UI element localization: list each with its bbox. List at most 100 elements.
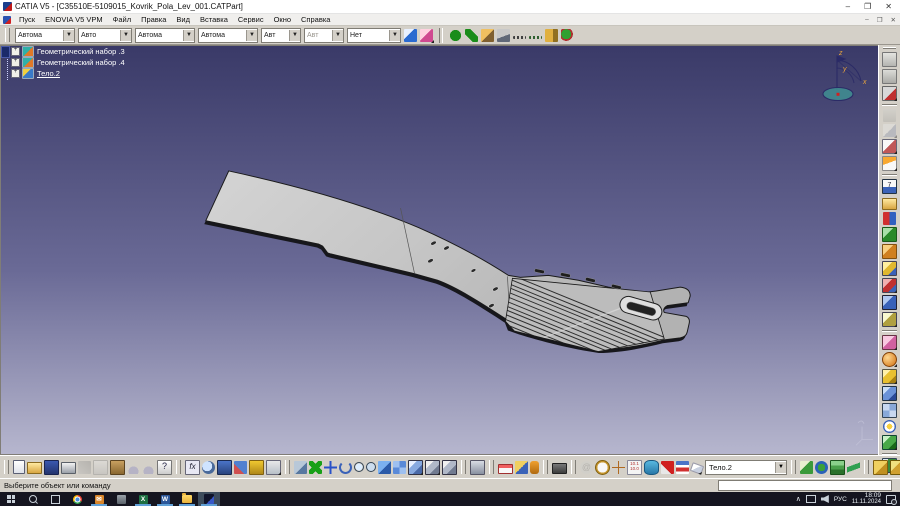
menu-file[interactable]: Файл: [108, 15, 136, 24]
axis-system-icon[interactable]: [612, 461, 625, 474]
toolbar-grip[interactable]: [791, 460, 796, 474]
network-icon[interactable]: [806, 495, 816, 503]
doc-minimize-button[interactable]: –: [865, 16, 869, 24]
zoom-out-icon[interactable]: [366, 462, 376, 472]
plm-folder-icon[interactable]: [882, 198, 897, 210]
layer-dropdown[interactable]: Нет▼: [347, 28, 401, 43]
menu-view[interactable]: Вид: [171, 15, 195, 24]
pad-icon[interactable]: [882, 261, 897, 276]
new-icon[interactable]: [13, 460, 25, 474]
part-3d-model[interactable]: [1, 46, 878, 454]
grid-box-icon[interactable]: [882, 403, 897, 418]
chevron-down-icon[interactable]: ▼: [63, 30, 74, 41]
dashed-arrow-icon[interactable]: [529, 36, 542, 39]
move-cross-icon[interactable]: [449, 29, 462, 42]
tree-item-label[interactable]: Геометрический набор .3: [37, 47, 125, 56]
opacity-dropdown[interactable]: Авто▼: [78, 28, 132, 43]
extrude-icon[interactable]: [882, 369, 897, 384]
toolbar-grip[interactable]: [461, 460, 466, 474]
mean-dimensions-icon[interactable]: 10.1 10.0: [627, 460, 642, 475]
restore-button[interactable]: ❐: [864, 2, 871, 12]
toolbar-grip[interactable]: [571, 460, 576, 474]
chevron-down-icon[interactable]: ▼: [120, 30, 131, 41]
taskbar-chrome[interactable]: [66, 492, 88, 506]
green-cube-icon[interactable]: [882, 435, 897, 450]
zoom-in-icon[interactable]: [354, 462, 364, 472]
fit-all-icon[interactable]: [309, 461, 322, 474]
cube-blue-icon[interactable]: [882, 386, 897, 401]
toolbar-grip[interactable]: [489, 460, 494, 474]
paste-special-icon[interactable]: [882, 69, 897, 84]
plm-calendar-icon[interactable]: 7: [882, 179, 897, 194]
world-icon[interactable]: [815, 461, 828, 474]
tree-item-label[interactable]: Тело.2: [37, 69, 60, 78]
taskbar-excel[interactable]: X: [132, 492, 154, 506]
whats-this-icon[interactable]: ?: [157, 460, 172, 475]
chevron-down-icon[interactable]: ▼: [389, 30, 400, 41]
expander-icon[interactable]: +: [11, 69, 20, 78]
menu-help[interactable]: Справка: [296, 15, 335, 24]
iso-view-icon[interactable]: [408, 460, 423, 475]
doc-restore-button[interactable]: ❐: [877, 16, 883, 24]
taskbar-word[interactable]: W: [154, 492, 176, 506]
chevron-down-icon[interactable]: ▼: [775, 462, 786, 473]
power-input-field[interactable]: [718, 480, 892, 491]
open-icon[interactable]: [27, 462, 42, 474]
minimize-button[interactable]: –: [846, 2, 850, 12]
catalog-icon[interactable]: [882, 86, 897, 101]
toolbar-grip[interactable]: [5, 28, 10, 42]
color-dropdown[interactable]: Автома▼: [15, 28, 75, 43]
3d-viewport[interactable]: + Геометрический набор .3 + Геометрическ…: [0, 45, 878, 455]
pan-icon[interactable]: [324, 461, 337, 474]
layer-filter-icon[interactable]: [830, 460, 845, 475]
normal-view-icon[interactable]: [378, 461, 391, 474]
lock-icon[interactable]: [249, 460, 264, 475]
expander-icon[interactable]: +: [11, 47, 20, 56]
chevron-down-icon[interactable]: ▼: [246, 30, 257, 41]
tree-item-geometrical-set-3[interactable]: + Геометрический набор .3: [11, 46, 125, 57]
plm-people-icon[interactable]: [883, 212, 896, 225]
point-dropdown[interactable]: Авт▼: [261, 28, 301, 43]
action-center-icon[interactable]: [886, 495, 896, 504]
task-view-button[interactable]: [44, 492, 66, 506]
powercopy-icon[interactable]: [890, 460, 900, 475]
tree-item-label[interactable]: Геометрический набор .4: [37, 58, 125, 67]
expander-icon[interactable]: +: [11, 58, 20, 67]
snap-off-icon[interactable]: [481, 29, 494, 42]
start-button[interactable]: [0, 492, 22, 506]
thickness-dropdown[interactable]: Автома▼: [198, 28, 258, 43]
toolbar-grip[interactable]: [4, 460, 9, 474]
clock[interactable]: 18:09 11.11.2024: [852, 493, 881, 506]
doc-close-button[interactable]: ✕: [891, 16, 896, 24]
rotate-icon[interactable]: [339, 461, 352, 474]
plm-orange-box-icon[interactable]: [882, 244, 897, 259]
select-arrow-icon[interactable]: [882, 156, 897, 171]
linetype-dropdown[interactable]: Автома▼: [135, 28, 195, 43]
sphere-icon[interactable]: [882, 352, 897, 367]
shaft-icon[interactable]: [882, 295, 897, 310]
clash-icon[interactable]: [661, 461, 674, 474]
chevron-down-icon[interactable]: ▼: [289, 30, 300, 41]
measure-between-icon[interactable]: [498, 464, 513, 474]
menu-insert[interactable]: Вставка: [195, 15, 233, 24]
plm-green-box-icon[interactable]: [882, 227, 897, 242]
taskbar-catia[interactable]: [198, 492, 220, 506]
catalog-browser-icon[interactable]: [873, 460, 888, 475]
toolbar-grip[interactable]: [883, 47, 896, 49]
menu-window[interactable]: Окно: [269, 15, 296, 24]
measure-pen-icon[interactable]: [497, 29, 510, 42]
close-button[interactable]: ✕: [885, 2, 892, 12]
menu-tools[interactable]: Сервис: [233, 15, 269, 24]
tree-root-icon[interactable]: [1, 46, 10, 58]
volume-icon[interactable]: [821, 495, 829, 503]
apply-material-icon[interactable]: [530, 461, 539, 474]
tray-chevron-icon[interactable]: ∧: [796, 495, 801, 503]
color-eyedropper-icon[interactable]: [420, 29, 433, 42]
taskbar-search[interactable]: [22, 492, 44, 506]
formula-fx-icon[interactable]: fx: [185, 460, 200, 475]
chevron-down-icon[interactable]: ▼: [183, 30, 194, 41]
view-compass[interactable]: z y x: [820, 48, 870, 106]
volume-icon[interactable]: [644, 460, 659, 475]
multi-view-icon[interactable]: [393, 461, 406, 474]
constraints-icon[interactable]: [676, 461, 689, 474]
